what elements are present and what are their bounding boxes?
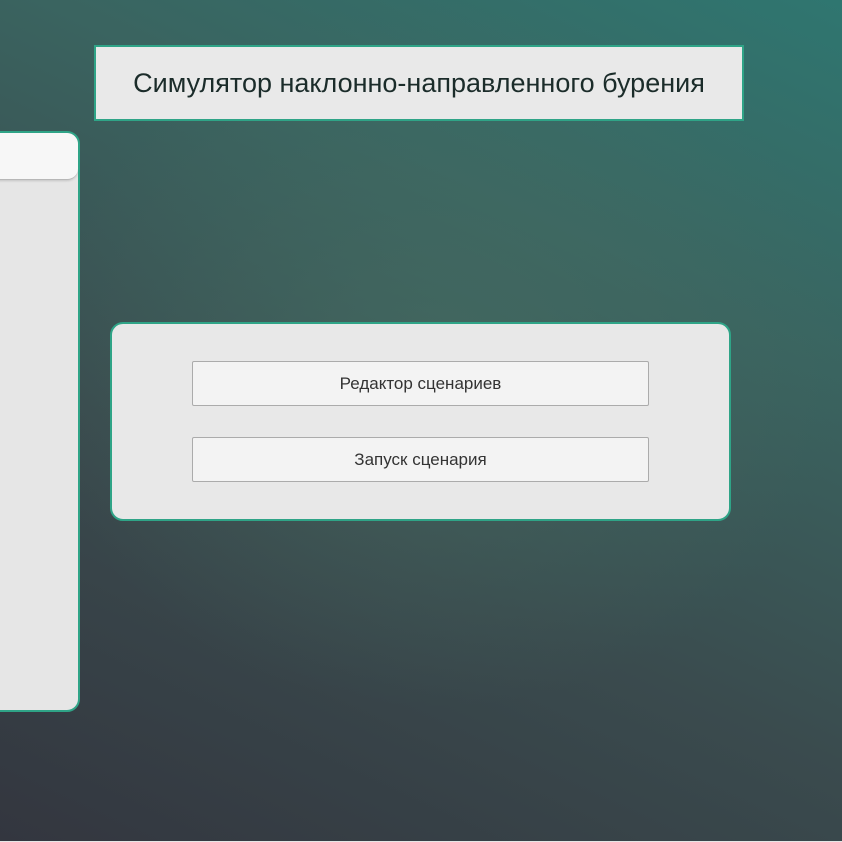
app-title: Симулятор наклонно-направленного бурения xyxy=(133,67,705,98)
run-scenario-button[interactable]: Запуск сценария xyxy=(192,437,649,482)
side-panel-header[interactable] xyxy=(0,133,78,180)
main-menu-panel: Редактор сценариев Запуск сценария xyxy=(110,322,731,521)
side-panel xyxy=(0,131,80,712)
scenario-editor-button[interactable]: Редактор сценариев xyxy=(192,361,649,406)
app-title-banner: Симулятор наклонно-направленного бурения xyxy=(94,45,744,121)
